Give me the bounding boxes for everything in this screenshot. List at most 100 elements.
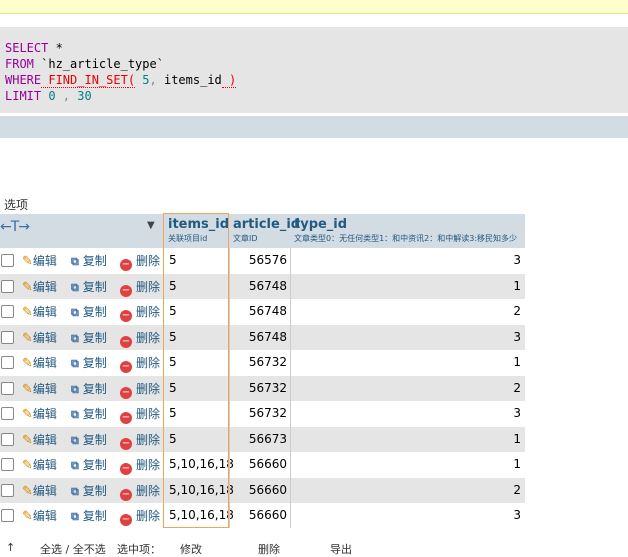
edit-button[interactable]: ✎编辑 xyxy=(22,431,57,448)
options-link[interactable]: 选项 xyxy=(4,196,28,213)
cell-type-id[interactable]: 3 xyxy=(293,508,521,522)
copy-button[interactable]: ⧉ 复制 xyxy=(71,431,107,448)
delete-label[interactable]: 删除 xyxy=(136,331,160,345)
edit-label[interactable]: 编辑 xyxy=(33,382,57,396)
cell-article-id[interactable]: 56748 xyxy=(232,279,287,293)
cell-items-id[interactable]: 5 xyxy=(169,432,177,446)
cell-type-id[interactable]: 1 xyxy=(293,457,521,471)
edit-label[interactable]: 编辑 xyxy=(33,484,57,498)
edit-button[interactable]: ✎编辑 xyxy=(22,482,57,499)
copy-label[interactable]: 复制 xyxy=(83,407,107,421)
check-all-link[interactable]: 全选 / 全不选 xyxy=(40,541,106,557)
edit-button[interactable]: ✎编辑 xyxy=(22,507,57,524)
row-checkbox[interactable] xyxy=(1,458,14,471)
cell-article-id[interactable]: 56732 xyxy=(232,406,287,420)
copy-label[interactable]: 复制 xyxy=(83,254,107,268)
copy-button[interactable]: ⧉ 复制 xyxy=(71,507,107,524)
delete-label[interactable]: 删除 xyxy=(136,509,160,523)
delete-label[interactable]: 删除 xyxy=(136,484,160,498)
copy-label[interactable]: 复制 xyxy=(83,356,107,370)
cell-items-id[interactable]: 5 xyxy=(169,355,177,369)
delete-label[interactable]: 删除 xyxy=(136,254,160,268)
cell-type-id[interactable]: 2 xyxy=(293,483,521,497)
delete-label[interactable]: 删除 xyxy=(136,458,160,472)
edit-label[interactable]: 编辑 xyxy=(33,433,57,447)
delete-button[interactable]: − 删除 xyxy=(120,278,160,297)
copy-label[interactable]: 复制 xyxy=(83,484,107,498)
delete-button[interactable]: − 删除 xyxy=(120,354,160,373)
edit-button[interactable]: ✎编辑 xyxy=(22,329,57,346)
delete-button[interactable]: − 删除 xyxy=(120,507,160,526)
delete-button[interactable]: − 删除 xyxy=(120,303,160,322)
cell-type-id[interactable]: 3 xyxy=(293,406,521,420)
copy-button[interactable]: ⧉ 复制 xyxy=(71,303,107,320)
row-checkbox[interactable] xyxy=(1,483,14,497)
edit-button[interactable]: ✎编辑 xyxy=(22,252,57,269)
copy-label[interactable]: 复制 xyxy=(83,458,107,472)
copy-button[interactable]: ⧉ 复制 xyxy=(71,482,107,499)
edit-button[interactable]: ✎编辑 xyxy=(22,303,57,320)
edit-label[interactable]: 编辑 xyxy=(33,254,57,268)
footer-export-button[interactable]: 导出 xyxy=(330,541,352,557)
edit-label[interactable]: 编辑 xyxy=(33,280,57,294)
copy-button[interactable]: ⧉ 复制 xyxy=(71,354,107,371)
column-header-article-id[interactable]: article_id 文章ID xyxy=(233,217,300,244)
delete-button[interactable]: − 删除 xyxy=(120,431,160,450)
edit-button[interactable]: ✎编辑 xyxy=(22,456,57,473)
row-checkbox[interactable] xyxy=(1,356,14,369)
column-header-type-id[interactable]: type_id 文章类型0：无任何类型1：和中资讯2：和中解读3:移民知多少 xyxy=(294,217,517,244)
row-checkbox[interactable] xyxy=(1,254,14,267)
cell-items-id[interactable]: 5 xyxy=(169,253,177,267)
delete-button[interactable]: − 删除 xyxy=(120,456,160,475)
copy-button[interactable]: ⧉ 复制 xyxy=(71,329,107,346)
row-checkbox[interactable] xyxy=(1,381,14,395)
edit-button[interactable]: ✎编辑 xyxy=(22,354,57,371)
cell-type-id[interactable]: 2 xyxy=(293,381,521,395)
delete-button[interactable]: − 删除 xyxy=(120,380,160,399)
delete-button[interactable]: − 删除 xyxy=(120,252,160,271)
copy-label[interactable]: 复制 xyxy=(83,280,107,294)
edit-button[interactable]: ✎编辑 xyxy=(22,380,57,397)
copy-button[interactable]: ⧉ 复制 xyxy=(71,380,107,397)
column-expand-arrows-icon[interactable]: ←T→ xyxy=(0,219,30,235)
column-name[interactable]: type_id xyxy=(294,217,517,232)
cell-article-id[interactable]: 56748 xyxy=(232,304,287,318)
cell-article-id[interactable]: 56673 xyxy=(232,432,287,446)
cell-items-id[interactable]: 5 xyxy=(169,304,177,318)
cell-items-id[interactable]: 5,10,16,18 xyxy=(169,508,234,522)
cell-type-id[interactable]: 3 xyxy=(293,253,521,267)
edit-button[interactable]: ✎编辑 xyxy=(22,405,57,422)
row-checkbox[interactable] xyxy=(1,279,14,293)
copy-button[interactable]: ⧉ 复制 xyxy=(71,456,107,473)
cell-items-id[interactable]: 5 xyxy=(169,381,177,395)
delete-label[interactable]: 删除 xyxy=(136,407,160,421)
delete-button[interactable]: − 删除 xyxy=(120,329,160,348)
row-checkbox[interactable] xyxy=(1,432,14,446)
copy-button[interactable]: ⧉ 复制 xyxy=(71,252,107,269)
cell-items-id[interactable]: 5 xyxy=(169,330,177,344)
delete-label[interactable]: 删除 xyxy=(136,433,160,447)
cell-article-id[interactable]: 56576 xyxy=(232,253,287,267)
edit-label[interactable]: 编辑 xyxy=(33,509,57,523)
column-name[interactable]: items_id xyxy=(168,217,229,232)
column-name[interactable]: article_id xyxy=(233,217,300,232)
cell-type-id[interactable]: 1 xyxy=(293,355,521,369)
row-checkbox[interactable] xyxy=(1,407,14,420)
delete-label[interactable]: 删除 xyxy=(136,280,160,294)
sort-caret-icon[interactable]: ▼ xyxy=(147,220,155,231)
copy-button[interactable]: ⧉ 复制 xyxy=(71,278,107,295)
delete-label[interactable]: 删除 xyxy=(136,305,160,319)
copy-label[interactable]: 复制 xyxy=(83,331,107,345)
cell-article-id[interactable]: 56732 xyxy=(232,381,287,395)
edit-label[interactable]: 编辑 xyxy=(33,458,57,472)
footer-delete-button[interactable]: 删除 xyxy=(258,541,280,557)
copy-label[interactable]: 复制 xyxy=(83,509,107,523)
footer-edit-button[interactable]: 修改 xyxy=(180,541,202,557)
cell-article-id[interactable]: 56732 xyxy=(232,355,287,369)
edit-button[interactable]: ✎编辑 xyxy=(22,278,57,295)
cell-type-id[interactable]: 1 xyxy=(293,279,521,293)
copy-label[interactable]: 复制 xyxy=(83,433,107,447)
delete-button[interactable]: − 删除 xyxy=(120,482,160,501)
copy-label[interactable]: 复制 xyxy=(83,382,107,396)
cell-article-id[interactable]: 56660 xyxy=(232,508,287,522)
